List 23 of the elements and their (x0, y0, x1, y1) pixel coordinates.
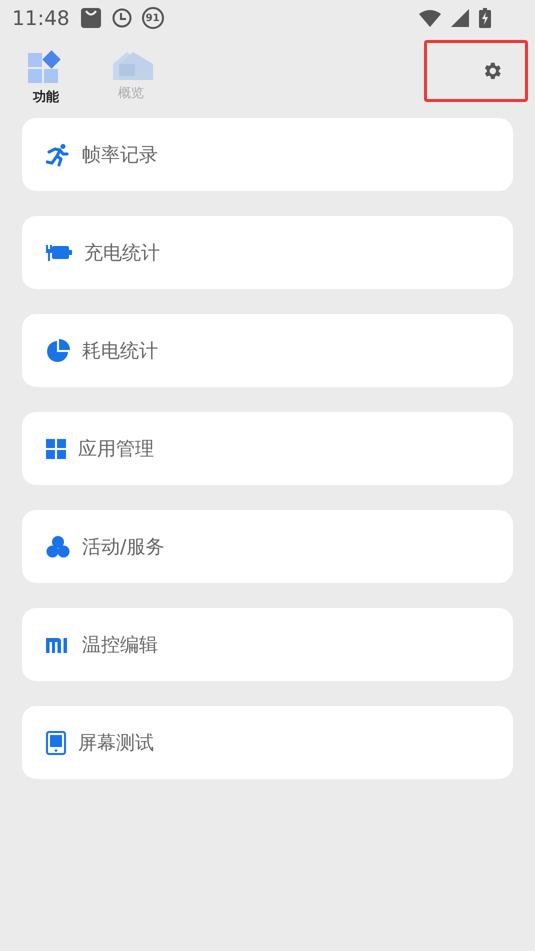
wifi-icon (419, 9, 441, 27)
status-time: 11:48 (12, 6, 70, 30)
feature-item[interactable]: 温控编辑 (22, 608, 513, 681)
running-icon (46, 142, 70, 166)
feature-item[interactable]: 屏幕测试 (22, 706, 513, 779)
tablet-icon (46, 730, 66, 754)
nav-tab[interactable]: 功能 (28, 40, 113, 106)
plug-battery-icon (46, 242, 72, 262)
feature-item[interactable]: 活动/服务 (22, 510, 513, 583)
shopping-bag-icon (80, 7, 102, 29)
clock-icon (112, 8, 132, 28)
notification-badge: 91 (142, 7, 164, 29)
feature-item[interactable]: 耗电统计 (22, 314, 513, 387)
feature-item[interactable]: 充电统计 (22, 216, 513, 289)
signal-icon (451, 9, 469, 27)
home-icon (113, 50, 153, 80)
feature-item[interactable]: 应用管理 (22, 412, 513, 485)
pie-chart-icon (46, 338, 70, 362)
mi-logo-icon (46, 636, 70, 652)
feature-item[interactable]: 帧率记录 (22, 118, 513, 191)
battery-icon (479, 8, 491, 28)
grid-icon (46, 438, 66, 458)
circles-icon (46, 534, 70, 558)
